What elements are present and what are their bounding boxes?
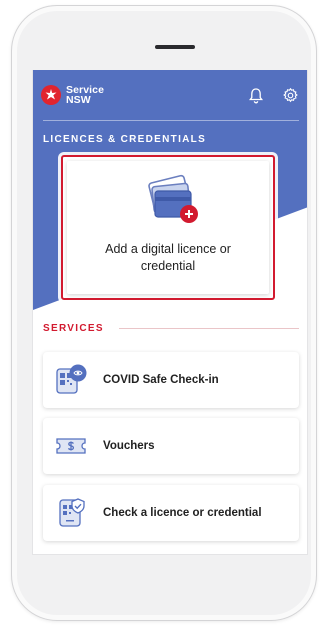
voucher-icon — [53, 428, 89, 464]
brand-name: Service NSW — [66, 85, 104, 106]
service-check-licence[interactable]: Check a licence or credential — [43, 485, 299, 541]
check-licence-icon — [53, 495, 89, 531]
services-heading: SERVICES — [43, 323, 104, 334]
service-covid-check-in[interactable]: COVID Safe Check-in — [43, 352, 299, 408]
service-vouchers[interactable]: Vouchers — [43, 418, 299, 474]
services-divider — [119, 328, 299, 329]
gear-icon[interactable] — [281, 86, 299, 104]
licence-cards-icon — [143, 173, 201, 225]
service-label: COVID Safe Check-in — [103, 374, 219, 386]
add-digital-licence-card[interactable]: Add a digital licence or credential — [61, 155, 275, 300]
bell-icon[interactable] — [247, 86, 265, 104]
brand-line-2: NSW — [66, 94, 91, 106]
phone-speaker — [155, 45, 195, 49]
service-nsw-logo-icon — [41, 85, 61, 105]
service-label: Check a licence or credential — [103, 507, 262, 519]
service-label: Vouchers — [103, 440, 155, 452]
licences-heading: LICENCES & CREDENTIALS — [43, 134, 207, 145]
app-header: Service NSW — [33, 70, 307, 118]
app-screen: Service NSW LICENCES & CREDENTIALS Add a… — [32, 70, 308, 555]
covid-safe-qr-icon — [53, 362, 89, 398]
add-card-inner: Add a digital licence or credential — [67, 161, 269, 294]
header-divider — [43, 120, 299, 121]
add-licence-label: Add a digital licence or credential — [105, 242, 231, 273]
